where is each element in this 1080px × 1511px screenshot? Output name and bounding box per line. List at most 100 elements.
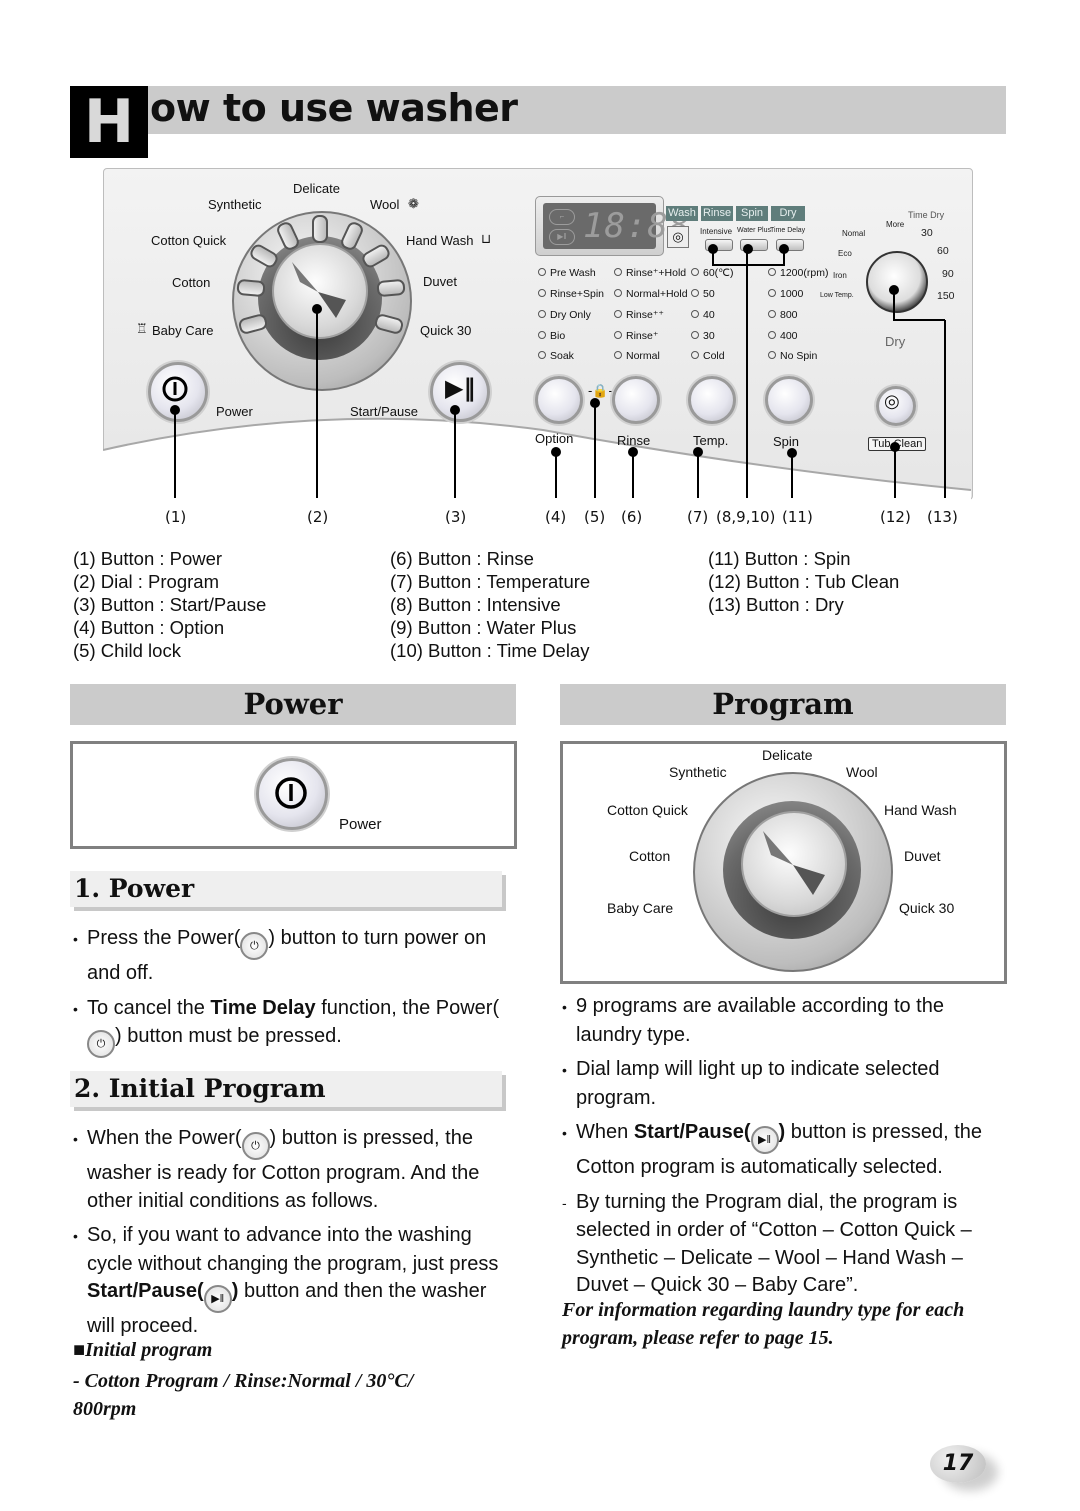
program-label-quick30: Quick 30 — [420, 323, 472, 338]
dry-option-left: Iron — [833, 271, 847, 280]
rinse-item: Normal — [614, 350, 660, 362]
play-pause-icon: ▶‖ — [203, 1285, 232, 1313]
temp-item: 60(℃) — [691, 267, 733, 279]
page-title: ow to use washer — [150, 86, 518, 130]
program-label-quick30: Quick 30 — [899, 900, 955, 916]
callout-number: (11) — [782, 508, 813, 526]
temp-item: Cold — [691, 350, 725, 362]
temp-button[interactable] — [688, 376, 736, 424]
temp-label: Temp. — [693, 433, 729, 448]
program-label-delicate: Delicate — [293, 181, 340, 196]
legend-item: (8) Button : Intensive — [390, 594, 561, 615]
callout-number: (1) — [165, 508, 187, 526]
dry-more-label: More — [886, 220, 905, 229]
lcd-display: ⌐ ▶‖ 18:88 — [535, 196, 689, 256]
callout-number: (8,9,10) — [716, 508, 776, 526]
spin-item: 400 — [768, 330, 798, 342]
page-number: 17 — [930, 1445, 986, 1483]
bullet-item: • To cancel the Time Delay function, the … — [73, 995, 513, 1058]
spin-button[interactable] — [765, 376, 813, 424]
dial-pointer-icon — [292, 262, 346, 318]
power-instructions: • Press the Power(⏻) button to turn power… — [73, 925, 513, 1065]
program-reference-note: For information regarding laundry type f… — [562, 1299, 965, 1349]
dial-lamp — [236, 278, 266, 298]
bullet-item: • When the Power(⏻) button is pressed, th… — [73, 1127, 480, 1212]
callout-number: (3) — [445, 508, 467, 526]
legend-item: (5) Child lock — [73, 640, 181, 661]
legend-item: (9) Button : Water Plus — [390, 617, 577, 638]
dry-dial[interactable] — [866, 251, 928, 313]
rinse-item: Rinse⁺+Hold — [614, 267, 686, 279]
option-item: Dry Only — [538, 309, 591, 321]
power-icon: ⏻ — [240, 932, 269, 960]
legend-column: (6) Button : Rinse (7) Button : Temperat… — [390, 547, 590, 662]
square-bullet-icon: ■ — [73, 1339, 86, 1361]
legend-item: (11) Button : Spin — [708, 548, 851, 569]
child-lock-indicator-icon: ⌐ — [549, 209, 575, 225]
program-label-synthetic: Synthetic — [208, 197, 262, 212]
option-item: Soak — [538, 350, 574, 362]
sub-header-initial-program: 2. Initial Program — [70, 1071, 502, 1107]
option-button[interactable] — [535, 376, 583, 424]
bullet-item: • So, if you want to advance into the was… — [73, 1224, 499, 1337]
bullet-item: • Press the Power(⏻) button to turn power… — [73, 927, 487, 984]
rinse-item: Rinse⁺ — [614, 330, 658, 342]
tub-clean-indicator-icon: ◎ — [667, 226, 689, 248]
play-pause-icon: ▶‖ — [445, 374, 476, 402]
bullet-item: • Dial lamp will light up to indicate sel… — [562, 1058, 940, 1109]
power-figure-box: Power — [70, 741, 517, 849]
option-item: Pre Wash — [538, 267, 596, 279]
program-section-header: Program — [560, 684, 1006, 725]
program-instructions: • 9 programs are available according to t… — [562, 993, 1012, 1307]
program-label-synthetic: Synthetic — [669, 764, 727, 780]
spin-label: Spin — [773, 434, 800, 449]
spin-item: 800 — [768, 309, 798, 321]
time-delay-label: Time Delay — [770, 227, 806, 234]
program-label-delicate: Delicate — [762, 747, 813, 763]
tub-clean-icon: ◎ — [884, 391, 900, 411]
callout-number: (6) — [621, 508, 643, 526]
rinse-label: Rinse — [617, 433, 651, 448]
legend-item: (3) Button : Start/Pause — [73, 594, 267, 615]
program-label-baby-care: Baby Care — [152, 323, 214, 338]
play-pause-icon: ▶‖ — [750, 1126, 779, 1154]
power-icon: ⏻ — [87, 1030, 115, 1058]
spin-item: 1200(rpm) — [768, 267, 828, 279]
power-section-header: Power — [70, 684, 516, 725]
child-lock-icon: -🔒- — [588, 383, 613, 398]
dry-option-left: Nomal — [842, 229, 866, 238]
rinse-item: Rinse⁺⁺ — [614, 309, 664, 321]
dial-lamp — [376, 278, 406, 298]
program-label-cotton: Cotton — [172, 275, 211, 290]
program-label-duvet: Duvet — [904, 848, 941, 864]
option-label: Option — [535, 431, 574, 446]
stage-rinse: Rinse — [701, 206, 733, 221]
temp-item: 50 — [691, 288, 715, 300]
temp-item: 40 — [691, 309, 715, 321]
dry-option-left: Low Temp. — [820, 292, 854, 299]
bullet-item: - By turning the Program dial, the progra… — [562, 1190, 972, 1297]
wool-icon: ❁ — [408, 196, 419, 211]
power-icon: ⏻ — [241, 1132, 270, 1160]
sub-header-power: 1. Power — [70, 871, 502, 907]
legend-item: (1) Button : Power — [73, 548, 223, 569]
dry-option-left: Eco — [838, 249, 852, 258]
bullet-item: • 9 programs are available according to t… — [562, 995, 944, 1046]
program-label-wool: Wool — [846, 764, 878, 780]
temp-item: 30 — [691, 330, 715, 342]
callout-number: (2) — [307, 508, 329, 526]
initial-program-note-body: - Cotton Program / Rinse:Normal / 30°C/ … — [73, 1370, 414, 1420]
rinse-button[interactable] — [612, 376, 660, 424]
program-label-cotton-quick: Cotton Quick — [151, 233, 227, 248]
stage-wash: Wash — [666, 206, 698, 221]
spin-item: No Spin — [768, 350, 817, 362]
program-figure-box: Delicate Synthetic Wool Cotton Quick Han… — [560, 741, 1007, 984]
power-icon — [162, 376, 188, 402]
dial-lamp — [312, 215, 328, 243]
power-label: Power — [216, 404, 253, 419]
intensive-label: Intensive — [700, 227, 733, 236]
stage-dry: Dry — [771, 206, 805, 221]
callout-number: (7) — [687, 508, 709, 526]
stage-spin: Spin — [736, 206, 768, 221]
legend-item: (7) Button : Temperature — [390, 571, 591, 592]
